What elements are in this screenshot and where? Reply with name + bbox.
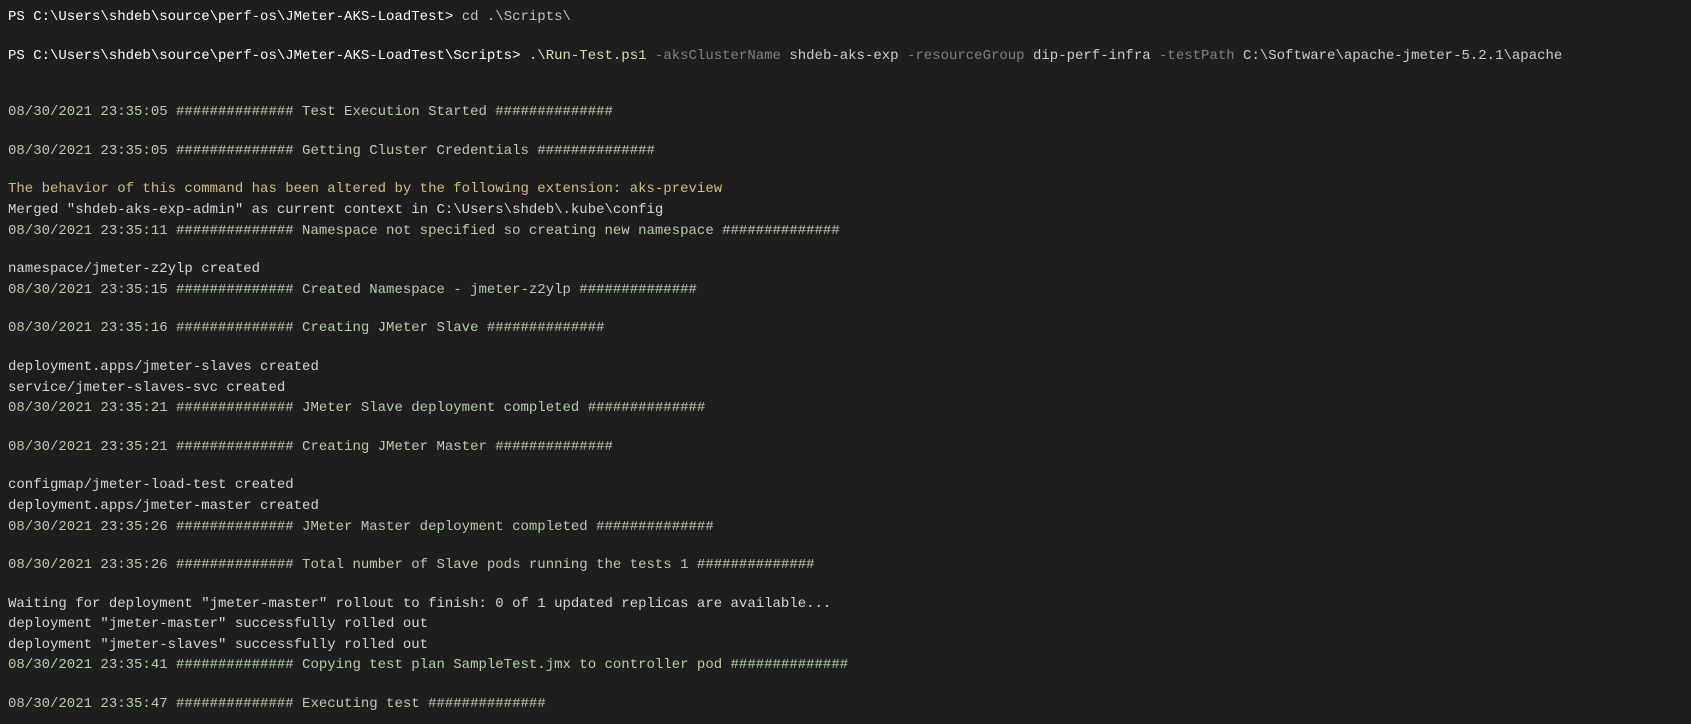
log-output-line: Waiting for deployment "jmeter-master" r… [8, 595, 1683, 615]
log-timestamp-line: 08/30/2021 23:35:15 ############## Creat… [8, 281, 1683, 301]
log-timestamp-line: 08/30/2021 23:35:11 ############## Names… [8, 222, 1683, 242]
blank-line [8, 538, 1683, 556]
log-output-line: deployment "jmeter-master" successfully … [8, 615, 1683, 635]
arg-value: shdeb-aks-exp [789, 48, 907, 64]
log-timestamp-line: 08/30/2021 23:35:47 ############## Execu… [8, 695, 1683, 715]
log-output-line: deployment.apps/jmeter-master created [8, 497, 1683, 517]
blank-line [8, 242, 1683, 260]
blank-line [8, 420, 1683, 438]
blank-line [8, 340, 1683, 358]
log-timestamp-line: 08/30/2021 23:35:16 ############## Creat… [8, 319, 1683, 339]
terminal-line: PS C:\Users\shdeb\source\perf-os\JMeter-… [8, 8, 1683, 28]
log-output-line: deployment "jmeter-slaves" successfully … [8, 636, 1683, 656]
terminal-output[interactable]: PS C:\Users\shdeb\source\perf-os\JMeter-… [8, 8, 1683, 715]
script-name: .\Run-Test.ps1 [529, 48, 655, 64]
blank-line [8, 124, 1683, 142]
blank-line [8, 162, 1683, 180]
log-output-line: configmap/jmeter-load-test created [8, 476, 1683, 496]
terminal-line: PS C:\Users\shdeb\source\perf-os\JMeter-… [8, 47, 1683, 67]
blank-line [8, 85, 1683, 103]
blank-line [8, 577, 1683, 595]
blank-line [8, 458, 1683, 476]
log-warning-line: The behavior of this command has been al… [8, 180, 1683, 200]
prompt-text: PS C:\Users\shdeb\source\perf-os\JMeter-… [8, 9, 462, 25]
log-output-line: namespace/jmeter-z2ylp created [8, 260, 1683, 280]
prompt-text: PS C:\Users\shdeb\source\perf-os\JMeter-… [8, 48, 529, 64]
arg-value: C:\Software\apache-jmeter-5.2.1\apache [1243, 48, 1562, 64]
blank-line [8, 301, 1683, 319]
log-output-line: Merged "shdeb-aks-exp-admin" as current … [8, 201, 1683, 221]
arg-value: dip-perf-infra [1033, 48, 1159, 64]
blank-line [8, 29, 1683, 47]
command-text: cd .\Scripts\ [462, 9, 571, 25]
log-timestamp-line: 08/30/2021 23:35:05 ############## Getti… [8, 142, 1683, 162]
log-timestamp-line: 08/30/2021 23:35:05 ############## Test … [8, 103, 1683, 123]
log-timestamp-line: 08/30/2021 23:35:41 ############## Copyi… [8, 656, 1683, 676]
log-timestamp-line: 08/30/2021 23:35:21 ############## Creat… [8, 438, 1683, 458]
blank-line [8, 677, 1683, 695]
flag-text: -testPath [1159, 48, 1243, 64]
log-timestamp-line: 08/30/2021 23:35:26 ############## JMete… [8, 518, 1683, 538]
blank-line [8, 67, 1683, 85]
flag-text: -aksClusterName [655, 48, 789, 64]
log-output-line: deployment.apps/jmeter-slaves created [8, 358, 1683, 378]
log-output-line: service/jmeter-slaves-svc created [8, 379, 1683, 399]
flag-text: -resourceGroup [907, 48, 1033, 64]
log-timestamp-line: 08/30/2021 23:35:21 ############## JMete… [8, 399, 1683, 419]
log-timestamp-line: 08/30/2021 23:35:26 ############## Total… [8, 556, 1683, 576]
